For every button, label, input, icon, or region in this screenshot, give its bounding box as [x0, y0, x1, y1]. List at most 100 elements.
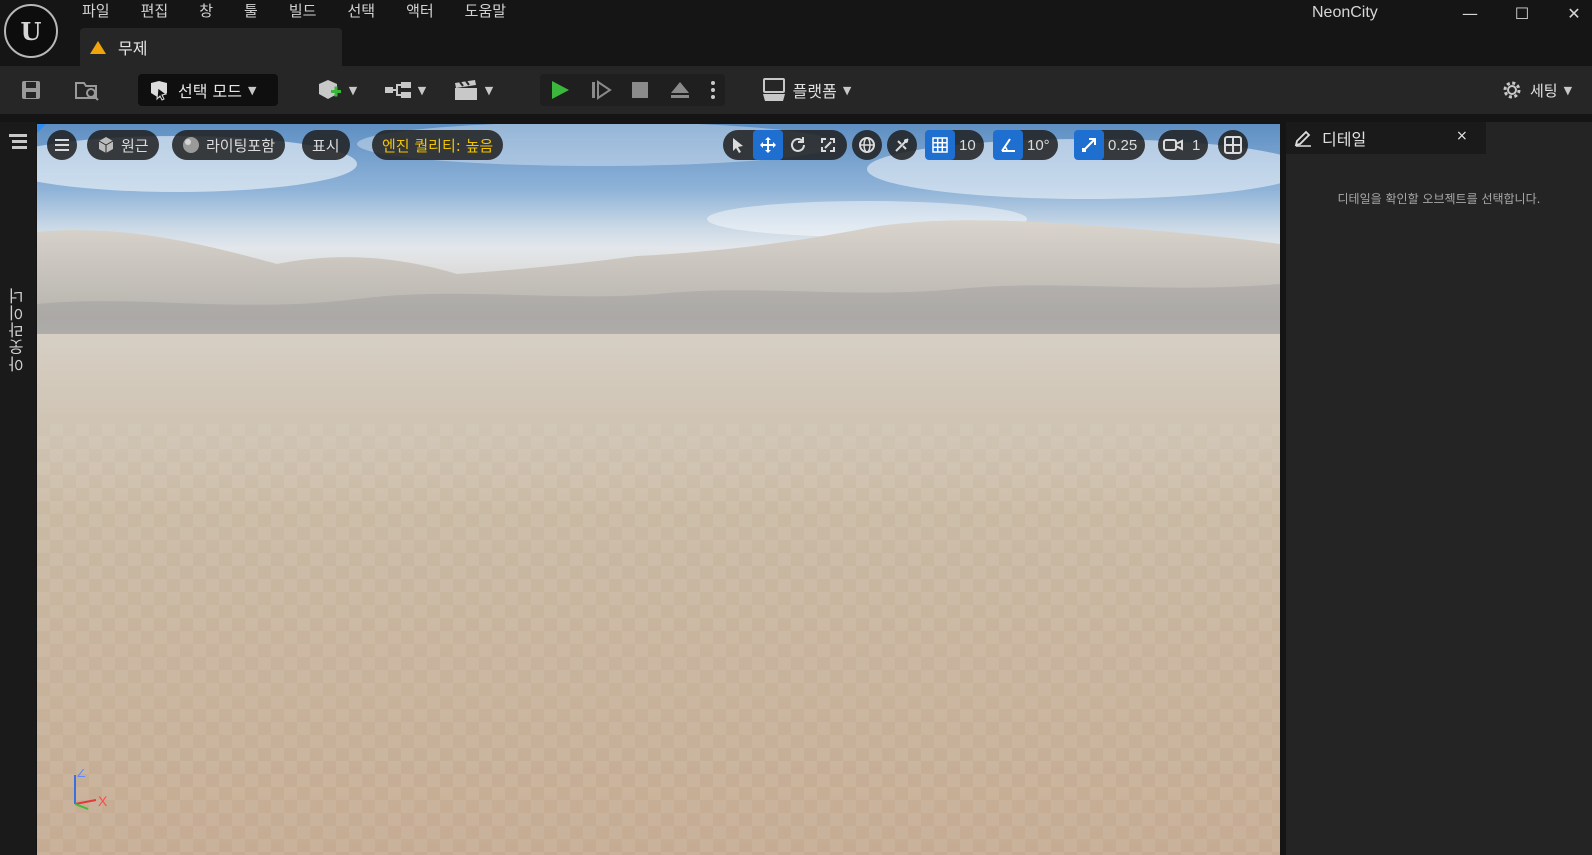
- close-window-button[interactable]: ✕: [1554, 0, 1592, 26]
- rotate-tool-button[interactable]: [783, 130, 813, 160]
- camera-speed-icon-wrap: [1158, 130, 1188, 160]
- project-name: NeonCity: [1312, 4, 1378, 21]
- surface-snap-tool: [887, 130, 917, 160]
- add-actor-icon: [318, 80, 341, 99]
- desert-landscape: [37, 124, 1280, 855]
- rotation-snap-control[interactable]: 10°: [993, 130, 1058, 160]
- save-icon: [22, 81, 40, 99]
- gamepad-monitor-icon: [762, 78, 785, 101]
- details-tab[interactable]: 디테일 ×: [1286, 122, 1486, 154]
- platforms-dropdown[interactable]: 플랫폼 ▼: [756, 74, 856, 106]
- browse-content-button[interactable]: [70, 74, 104, 106]
- select-tool-button[interactable]: [723, 130, 753, 160]
- close-icon[interactable]: ×: [1456, 128, 1468, 144]
- axis-z-label: Z: [77, 769, 86, 780]
- viewport-menu-button[interactable]: [47, 130, 77, 160]
- menu-build[interactable]: 빌드: [289, 0, 333, 24]
- camera-speed-control[interactable]: 1: [1158, 130, 1209, 160]
- engine-scalability-dropdown[interactable]: 엔진 퀄리티: 높음: [372, 130, 504, 160]
- advance-frame-button[interactable]: [590, 79, 612, 101]
- menu-file[interactable]: 파일: [82, 0, 126, 24]
- camera-speed-value: 1: [1192, 136, 1201, 154]
- scale-arrow-icon: [1082, 138, 1096, 152]
- grid-snap-value: 10: [959, 136, 976, 154]
- menu-help[interactable]: 도움말: [465, 0, 522, 24]
- cursor-icon: [733, 138, 743, 153]
- menu-select[interactable]: 선택: [347, 0, 391, 24]
- stop-icon: [632, 82, 649, 98]
- stop-button[interactable]: [630, 80, 650, 100]
- details-panel: 디테일 × 디테일을 확인할 오브젝트를 선택합니다.: [1286, 122, 1592, 855]
- grid-snap-toggle[interactable]: [925, 130, 955, 160]
- chevron-down-icon: ▼: [417, 83, 427, 97]
- rotation-snap-toggle[interactable]: [993, 130, 1023, 160]
- view-type-dropdown[interactable]: 원근: [87, 130, 159, 160]
- scale-snap-value: 0.25: [1108, 136, 1138, 154]
- folder-search-icon: [75, 82, 99, 101]
- scale-icon: [821, 138, 835, 152]
- show-flags-dropdown[interactable]: 표시: [302, 130, 350, 160]
- selection-mode-label: 선택 모드: [178, 82, 242, 101]
- gear-icon: [1503, 81, 1521, 99]
- menu-tools[interactable]: 툴: [244, 0, 274, 24]
- chevron-down-icon: ▼: [842, 83, 852, 97]
- main-toolbar: 선택 모드 ▼ ▼ ▼ ▼ 플랫폼 ▼ 세팅 ▼: [0, 66, 1592, 114]
- scale-snap-toggle[interactable]: [1074, 130, 1104, 160]
- viewport-corner-marker: [37, 124, 46, 133]
- play-controls: [540, 74, 725, 106]
- scale-tool-button[interactable]: [813, 130, 843, 160]
- selection-mode-dropdown[interactable]: 선택 모드 ▼: [138, 74, 278, 106]
- globe-icon: [859, 137, 875, 153]
- layout-tool: [1218, 130, 1248, 160]
- play-options-button[interactable]: [710, 79, 716, 101]
- level-tab[interactable]: 무제: [80, 28, 342, 66]
- surface-snap-button[interactable]: [887, 130, 917, 160]
- blueprint-icon: [384, 82, 411, 98]
- rotate-icon: [791, 137, 805, 152]
- settings-dropdown[interactable]: 세팅 ▼: [1494, 74, 1578, 106]
- blueprint-dropdown[interactable]: ▼: [380, 74, 430, 106]
- grid-snap-control[interactable]: 10: [925, 130, 984, 160]
- more-vertical-icon: [710, 81, 715, 99]
- menu-edit[interactable]: 편집: [141, 0, 185, 24]
- menu-window[interactable]: 창: [199, 0, 229, 24]
- view-mode-dropdown[interactable]: 라이팅포함: [172, 130, 286, 160]
- move-arrows-icon: [760, 137, 776, 153]
- level-viewport[interactable]: 원근 라이팅포함 표시 엔진 퀄리티: 높음 10 10° 0.25 1 Z X: [37, 124, 1280, 855]
- eject-icon: [671, 82, 690, 98]
- eject-button[interactable]: [669, 80, 691, 100]
- save-button[interactable]: [16, 74, 46, 106]
- cinematics-dropdown[interactable]: ▼: [448, 74, 498, 106]
- outliner-tab[interactable]: 아웃라이너: [6, 287, 30, 372]
- maximize-button[interactable]: ☐: [1502, 0, 1542, 26]
- chevron-down-icon: ▼: [247, 83, 257, 97]
- chevron-down-icon: ▼: [348, 83, 358, 97]
- surface-snap-icon: [895, 138, 909, 152]
- translate-tool-button[interactable]: [753, 130, 783, 160]
- list-icon[interactable]: [9, 134, 27, 150]
- warning-icon: [90, 40, 106, 54]
- add-actor-dropdown[interactable]: ▼: [312, 74, 362, 106]
- menu-actor[interactable]: 액터: [406, 0, 450, 24]
- chevron-down-icon: ▼: [1563, 83, 1573, 97]
- grid-icon: [932, 137, 948, 153]
- play-button[interactable]: [549, 79, 571, 101]
- level-tab-label: 무제: [118, 39, 148, 58]
- layout-grid-icon: [1224, 136, 1242, 154]
- scale-snap-control[interactable]: 0.25: [1074, 130, 1146, 160]
- advance-frame-icon: [591, 80, 612, 100]
- hamburger-icon: [55, 139, 69, 151]
- coordinate-system-button[interactable]: [852, 130, 882, 160]
- transform-tools: [723, 130, 847, 160]
- viewport-layout-button[interactable]: [1218, 130, 1248, 160]
- outliner-drawer: 아웃라이너: [0, 122, 36, 855]
- unreal-logo-icon[interactable]: U: [4, 4, 58, 58]
- chevron-down-icon: ▼: [484, 83, 494, 97]
- axis-x-label: X: [98, 793, 108, 809]
- logo-glyph: U: [20, 16, 42, 46]
- details-empty-hint: 디테일을 확인할 오브젝트를 선택합니다.: [1337, 192, 1541, 206]
- view-type-label: 원근: [121, 136, 149, 155]
- angle-icon: [1001, 138, 1015, 152]
- minimize-button[interactable]: —: [1450, 0, 1490, 26]
- show-flags-label: 표시: [312, 136, 340, 155]
